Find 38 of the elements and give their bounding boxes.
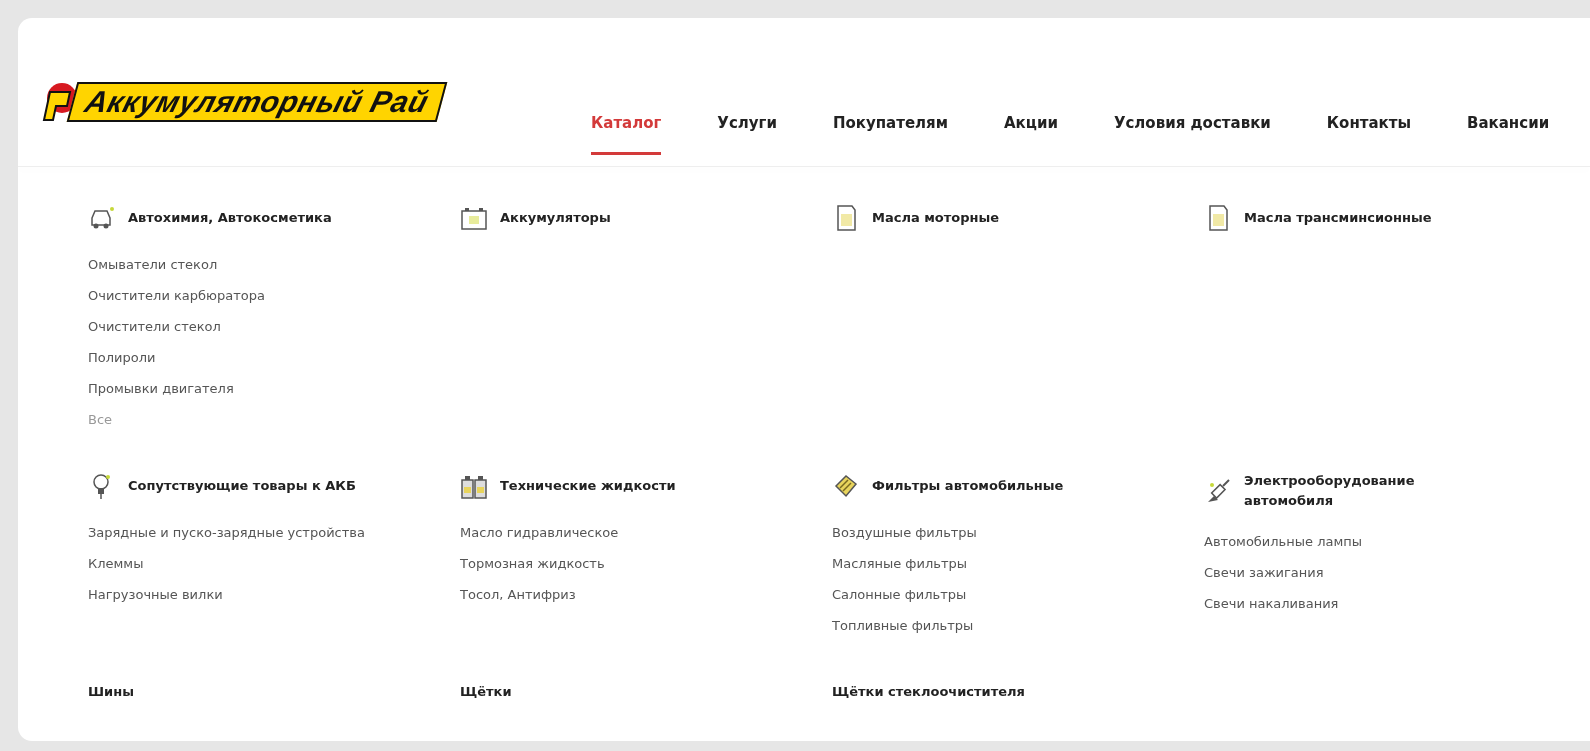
category-title[interactable]: Электрооборудование автомобиля <box>1244 471 1494 510</box>
nav-link[interactable]: Каталог <box>591 114 662 155</box>
subcategory-link[interactable]: Тосол, Антифриз <box>460 587 832 602</box>
category-title[interactable]: Шины <box>88 682 134 702</box>
category-title[interactable]: Щётки <box>460 682 512 702</box>
category-title[interactable]: Аккумуляторы <box>500 208 611 228</box>
nav-link[interactable]: Вакансии <box>1467 114 1550 155</box>
nav-link[interactable]: Услуги <box>717 114 777 155</box>
category-title[interactable]: Технические жидкости <box>500 476 676 496</box>
subcategory-link[interactable]: Топливные фильтры <box>832 618 1204 633</box>
subcategory-link[interactable]: Салонные фильтры <box>832 587 1204 602</box>
filter-icon <box>832 472 860 500</box>
subcategory-link[interactable]: Масляные фильтры <box>832 556 1204 571</box>
subcategory-link[interactable]: Свечи зажигания <box>1204 565 1576 580</box>
subcategory-link[interactable]: Промывки двигателя <box>88 381 460 396</box>
category-title[interactable]: Масла моторные <box>872 208 1000 228</box>
subcategory-link[interactable]: Очистители карбюратора <box>88 288 460 303</box>
nav-link[interactable]: Контакты <box>1326 114 1411 155</box>
logo[interactable]: Аккумуляторный Рай <box>36 82 591 122</box>
subcategory-link[interactable]: Тормозная жидкость <box>460 556 832 571</box>
nav-link[interactable]: Покупателям <box>832 114 948 155</box>
nav-link[interactable]: Акции <box>1003 114 1058 155</box>
subcategory-link[interactable]: Воздушные фильтры <box>832 525 1204 540</box>
subcategory-link[interactable]: Омыватели стекол <box>88 257 460 272</box>
subcategory-link[interactable]: Очистители стекол <box>88 319 460 334</box>
subcategory-link[interactable]: Масло гидравлическое <box>460 525 832 540</box>
category-title[interactable]: Сопутствующие товары к АКБ <box>128 476 356 496</box>
subcategory-link[interactable]: Клеммы <box>88 556 460 571</box>
category-title[interactable]: Автохимия, Автокосметика <box>128 208 332 228</box>
subcategory-link[interactable]: Полироли <box>88 350 460 365</box>
category-title[interactable]: Щётки стеклоочистителя <box>832 682 1025 702</box>
category-title[interactable]: Масла трансминсионные <box>1244 208 1432 228</box>
subcategory-link[interactable]: Автомобильные лампы <box>1204 534 1576 549</box>
category-title[interactable]: Фильтры автомобильные <box>872 476 1064 496</box>
subcategory-link[interactable]: Свечи накаливания <box>1204 596 1576 611</box>
subcategory-link[interactable]: Нагрузочные вилки <box>88 587 460 602</box>
subcategory-link[interactable]: Зарядные и пуско-зарядные устройства <box>88 525 460 540</box>
nav-link[interactable]: Условия доставки <box>1113 114 1271 155</box>
